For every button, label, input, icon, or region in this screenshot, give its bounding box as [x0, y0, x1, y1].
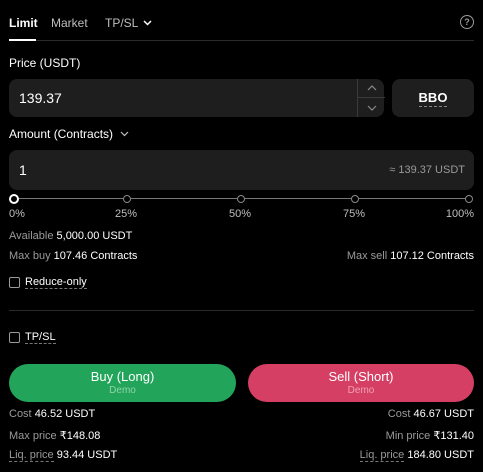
amount-unit-selector[interactable]: Amount (Contracts)	[9, 127, 129, 141]
buy-max-price-value: ₹148.08	[59, 430, 101, 442]
buy-button-sublabel: Demo	[109, 385, 136, 396]
buy-liq-value: 93.44 USDT	[56, 449, 118, 461]
tpsl-option[interactable]: TP/SL	[9, 331, 56, 344]
amount-field[interactable]: 1 ≈ 139.37 USDT	[9, 150, 474, 190]
reduce-only-option[interactable]: Reduce-only	[9, 276, 87, 289]
reduce-only-checkbox[interactable]	[9, 277, 20, 288]
slider-mark-75[interactable]	[351, 195, 359, 203]
max-sell-value: 107.12 Contracts	[390, 250, 474, 262]
chevron-down-icon	[143, 20, 152, 26]
tpsl-checkbox[interactable]	[9, 332, 20, 343]
sell-liq-price: Liq. price 184.80 USDT	[359, 449, 474, 462]
tab-market[interactable]: Market	[51, 16, 88, 30]
chevron-up-icon	[367, 85, 376, 91]
price-field[interactable]: 139.37	[9, 79, 385, 117]
available-value: 5,000.00 USDT	[56, 230, 133, 242]
tab-limit[interactable]: Limit	[9, 16, 38, 30]
slider-label-75: 75%	[343, 208, 366, 220]
buy-button-label: Buy (Long)	[90, 369, 155, 384]
slider-mark-100[interactable]	[465, 195, 473, 203]
sell-short-button[interactable]: Sell (Short) Demo	[248, 364, 474, 402]
price-label: Price (USDT)	[9, 56, 81, 70]
tpsl-label: TP/SL	[25, 331, 56, 344]
chevron-down-icon	[120, 131, 129, 137]
sell-button-label: Sell (Short)	[328, 369, 394, 384]
sell-min-price-label: Min price	[385, 430, 431, 442]
price-input[interactable]: 139.37	[19, 90, 62, 106]
buy-max-price-label: Max price	[9, 430, 57, 442]
buy-cost: Cost 46.52 USDT	[9, 408, 95, 420]
sell-min-price-value: ₹131.40	[433, 430, 474, 442]
bbo-label: BBO	[418, 89, 448, 107]
max-buy: Max buy 107.46 Contracts	[9, 250, 137, 262]
sell-liq-label: Liq. price	[359, 449, 405, 462]
sell-cost: Cost 46.67 USDT	[388, 408, 474, 420]
sell-min-price: Min price ₹131.40	[386, 429, 474, 442]
available-balance: Available 5,000.00 USDT	[9, 230, 132, 242]
sell-cost-value: 46.67 USDT	[413, 408, 474, 420]
buy-max-price: Max price ₹148.08	[9, 429, 100, 442]
question-circle-icon[interactable]: ?	[460, 15, 474, 29]
price-increment-button[interactable]	[358, 79, 385, 98]
slider-mark-25[interactable]	[123, 195, 131, 203]
buy-long-button[interactable]: Buy (Long) Demo	[9, 364, 236, 402]
tab-tpsl-label: TP/SL	[105, 16, 139, 30]
section-divider	[9, 310, 474, 311]
buy-liq-label: Liq. price	[9, 449, 54, 462]
amount-label: Amount (Contracts)	[9, 127, 114, 141]
price-stepper	[357, 79, 385, 117]
amount-slider[interactable]	[9, 193, 474, 205]
sell-liq-value: 184.80 USDT	[407, 449, 474, 461]
slider-label-100: 100%	[445, 208, 474, 220]
active-tab-indicator	[9, 39, 36, 41]
amount-input[interactable]: 1	[19, 162, 27, 178]
amount-approx-value: ≈ 139.37 USDT	[389, 164, 465, 176]
reduce-only-label: Reduce-only	[25, 276, 87, 289]
slider-thumb[interactable]	[9, 194, 19, 204]
buy-cost-value: 46.52 USDT	[34, 408, 96, 420]
slider-mark-50[interactable]	[237, 195, 245, 203]
buy-cost-label: Cost	[9, 408, 32, 420]
slider-label-50: 50%	[229, 208, 252, 220]
tab-tpsl[interactable]: TP/SL	[105, 16, 152, 30]
order-type-tabs: Limit Market TP/SL ?	[9, 14, 474, 41]
max-sell: Max sell 107.12 Contracts	[347, 250, 474, 262]
slider-label-0: 0%	[9, 208, 25, 220]
max-buy-label: Max buy	[9, 250, 51, 262]
max-buy-value: 107.46 Contracts	[53, 250, 138, 262]
available-label: Available	[9, 230, 54, 242]
sell-button-sublabel: Demo	[347, 385, 375, 396]
max-sell-label: Max sell	[346, 250, 388, 262]
sell-cost-label: Cost	[387, 408, 411, 420]
slider-label-25: 25%	[115, 208, 138, 220]
price-decrement-button[interactable]	[358, 98, 385, 117]
bbo-button[interactable]: BBO	[392, 79, 474, 117]
chevron-down-icon	[367, 105, 376, 111]
buy-liq-price: Liq. price 93.44 USDT	[9, 449, 118, 462]
